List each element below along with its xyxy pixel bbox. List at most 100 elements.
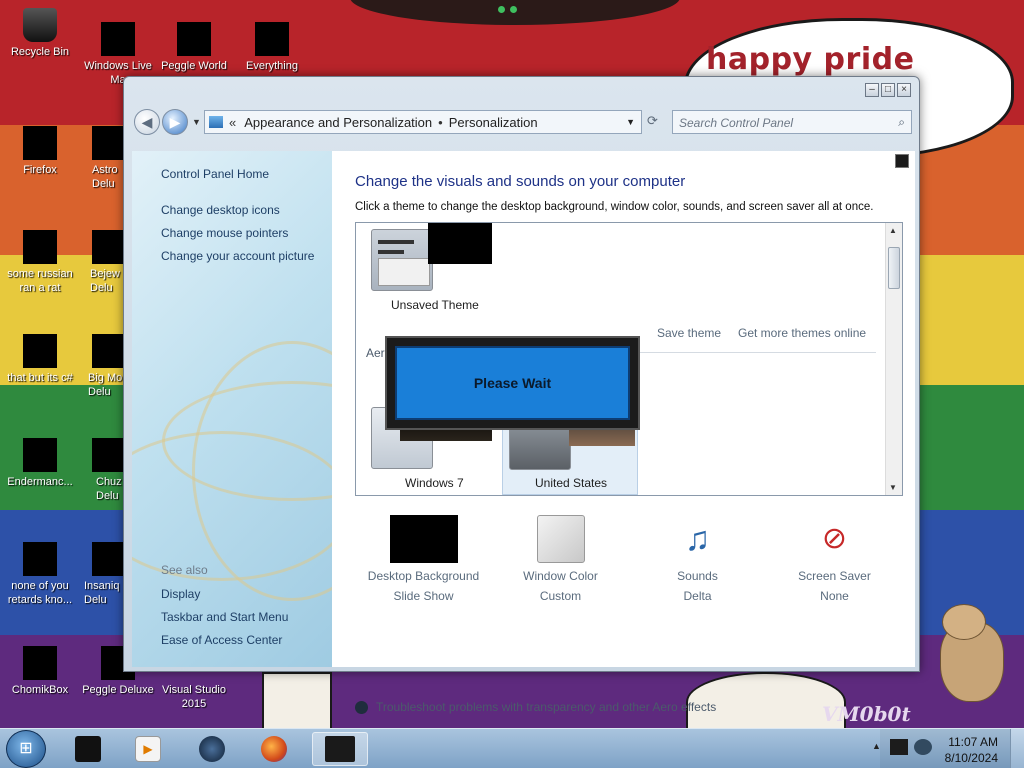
desktop-icon-label: Recycle Bin	[10, 46, 70, 58]
desktop-icon-label: Chuz Delu	[96, 476, 122, 502]
recent-pages-dropdown-icon[interactable]: ▼	[192, 117, 201, 127]
show-hidden-icons-icon[interactable]: ▲	[872, 741, 881, 751]
desktop-icon-bejeweled[interactable]: Bejew Delu	[80, 230, 124, 295]
breadcrumb-appearance[interactable]: Appearance and Personalization	[244, 115, 432, 130]
address-bar[interactable]: « Appearance and Personalization • Perso…	[204, 110, 642, 134]
desktop-icon-chomikbox[interactable]: ChomikBox	[0, 646, 80, 697]
desktop-icon-label: Astro Delu	[92, 164, 118, 190]
taskbar-button-firefox[interactable]	[252, 732, 296, 766]
wallpaper-led	[498, 6, 505, 13]
window-color-item[interactable]: Window Color Custom	[492, 515, 629, 603]
csharp-folder-icon	[23, 334, 57, 368]
bejeweled-icon	[92, 230, 124, 264]
desktop-icon-none-of-you[interactable]: none of you retards kno...	[0, 542, 80, 607]
volume-icon[interactable]	[914, 739, 932, 755]
navigation-buttons: ◀ ▶ ▼	[134, 109, 205, 135]
taskbar-button-globe[interactable]	[190, 732, 234, 766]
desktop-icon-label: Everything	[246, 60, 298, 72]
breadcrumb-overflow-icon[interactable]: «	[229, 115, 236, 130]
desktop-icon-big-money[interactable]: Big Mo Delu	[80, 334, 124, 399]
unsaved-theme-thumbnail[interactable]	[371, 229, 433, 291]
sidebar-link-control-panel-home[interactable]: Control Panel Home	[161, 167, 269, 181]
please-wait-text: Please Wait	[395, 346, 630, 420]
theme-components: Desktop Background Slide Show Window Col…	[355, 515, 903, 615]
desktop-icon-astro[interactable]: Astro Delu	[80, 126, 124, 191]
sounds-value: Delta	[683, 589, 712, 603]
scroll-up-icon[interactable]: ▲	[889, 226, 897, 235]
desktop-icon-label: that but its c#	[7, 372, 73, 384]
desktop-icon-label: none of you retards kno...	[7, 580, 73, 606]
desktop: happy pride month VM0b0t Recycle Bin Win…	[0, 0, 1024, 728]
mascot-head	[942, 604, 986, 640]
firefox-icon	[261, 736, 287, 762]
desktop-icon-recycle-bin[interactable]: Recycle Bin	[0, 8, 80, 59]
sounds-label: Sounds	[677, 569, 718, 583]
forward-button[interactable]: ▶	[162, 109, 188, 135]
theme-list-scrollbar[interactable]: ▲ ▼	[885, 223, 902, 495]
desktop-icon-label: Peggle Deluxe	[82, 684, 154, 696]
scrollbar-thumb[interactable]	[888, 247, 900, 289]
desktop-background-icon	[389, 515, 458, 563]
screen-saver-value: None	[820, 589, 849, 603]
address-dropdown-icon[interactable]: ▼	[626, 117, 635, 127]
window-color-label: Window Color	[523, 569, 598, 583]
sidebar-link-desktop-icons[interactable]: Change desktop icons	[161, 203, 280, 217]
window-controls: – □ ×	[865, 83, 911, 97]
get-more-themes-link[interactable]: Get more themes online	[738, 326, 866, 340]
scroll-down-icon[interactable]: ▼	[889, 483, 897, 492]
breadcrumb-personalization[interactable]: Personalization	[449, 115, 538, 130]
breadcrumb-separator-icon: •	[438, 114, 443, 130]
sidebar-link-taskbar[interactable]: Taskbar and Start Menu	[161, 610, 288, 624]
start-button[interactable]: ⊞	[6, 730, 46, 768]
desktop-icon-that-but-csharp[interactable]: that but its c#	[0, 334, 80, 385]
everything-icon	[255, 22, 289, 56]
desktop-icon-label: Insaniq Delu	[84, 580, 120, 606]
thumb-bar	[378, 250, 404, 254]
taskbar-button-media-player[interactable]: ▶	[126, 732, 170, 766]
maximize-icon[interactable]: □	[881, 83, 895, 97]
desktop-icon-label: Endermanc...	[7, 476, 73, 488]
wallpaper-signature: VM0b0t	[822, 702, 911, 726]
peggle-world-icon	[177, 22, 211, 56]
desktop-icon-label: Big Mo Delu	[88, 372, 123, 398]
clock[interactable]: 11:07 AM 8/10/2024	[945, 734, 998, 766]
united-states-theme-label: United States	[535, 476, 608, 490]
hamster-mascot	[924, 600, 1014, 710]
show-desktop-button[interactable]	[1010, 729, 1024, 768]
redacted-block	[428, 223, 492, 264]
please-wait-dialog: Please Wait	[385, 336, 640, 430]
wallpaper-led	[510, 6, 517, 13]
desktop-icon-russian-rat[interactable]: some russian ran a rat	[0, 230, 80, 295]
minimize-icon[interactable]: –	[865, 83, 879, 97]
refresh-icon[interactable]: ⟳	[647, 113, 658, 129]
desktop-icon-label: some russian ran a rat	[7, 268, 73, 294]
network-icon[interactable]	[890, 739, 908, 755]
search-input[interactable]: Search Control Panel ⌕	[672, 110, 912, 134]
sidebar-link-display[interactable]: Display	[161, 587, 200, 601]
sidebar-link-account-picture[interactable]: Change your account picture	[161, 249, 314, 263]
desktop-background-label: Desktop Background	[367, 569, 480, 583]
sidebar-link-mouse-pointers[interactable]: Change mouse pointers	[161, 226, 288, 240]
sounds-item[interactable]: ♫ Sounds Delta	[629, 515, 766, 603]
desktop-icon-everything[interactable]: Everything	[232, 22, 312, 73]
desktop-icon-peggle-world[interactable]: Peggle World	[154, 22, 234, 73]
desktop-background-item[interactable]: Desktop Background Slide Show	[355, 515, 492, 603]
desktop-icon-insaniquarium[interactable]: Insaniq Delu	[80, 542, 124, 607]
close-icon[interactable]: ×	[897, 83, 911, 97]
recycle-bin-icon	[23, 8, 57, 42]
desktop-icon-chuzzle[interactable]: Chuz Delu	[80, 438, 124, 503]
taskbar-button-personalization[interactable]	[312, 732, 368, 766]
taskbar-button-explorer[interactable]	[66, 732, 110, 766]
desktop-icon-firefox[interactable]: Firefox	[0, 126, 80, 177]
help-icon[interactable]	[895, 154, 909, 168]
screen-saver-item[interactable]: ⊘ Screen Saver None	[766, 515, 903, 603]
sidebar-link-ease-of-access[interactable]: Ease of Access Center	[161, 633, 282, 647]
explorer-icon	[75, 736, 101, 762]
back-button[interactable]: ◀	[134, 109, 160, 135]
save-theme-link[interactable]: Save theme	[657, 326, 721, 340]
desktop-icon-endermanch[interactable]: Endermanc...	[0, 438, 80, 489]
insaniquarium-icon	[92, 542, 124, 576]
window-color-value: Custom	[539, 589, 582, 603]
search-icon[interactable]: ⌕	[898, 115, 905, 130]
troubleshoot-link[interactable]: Troubleshoot problems with transparency …	[355, 700, 716, 714]
